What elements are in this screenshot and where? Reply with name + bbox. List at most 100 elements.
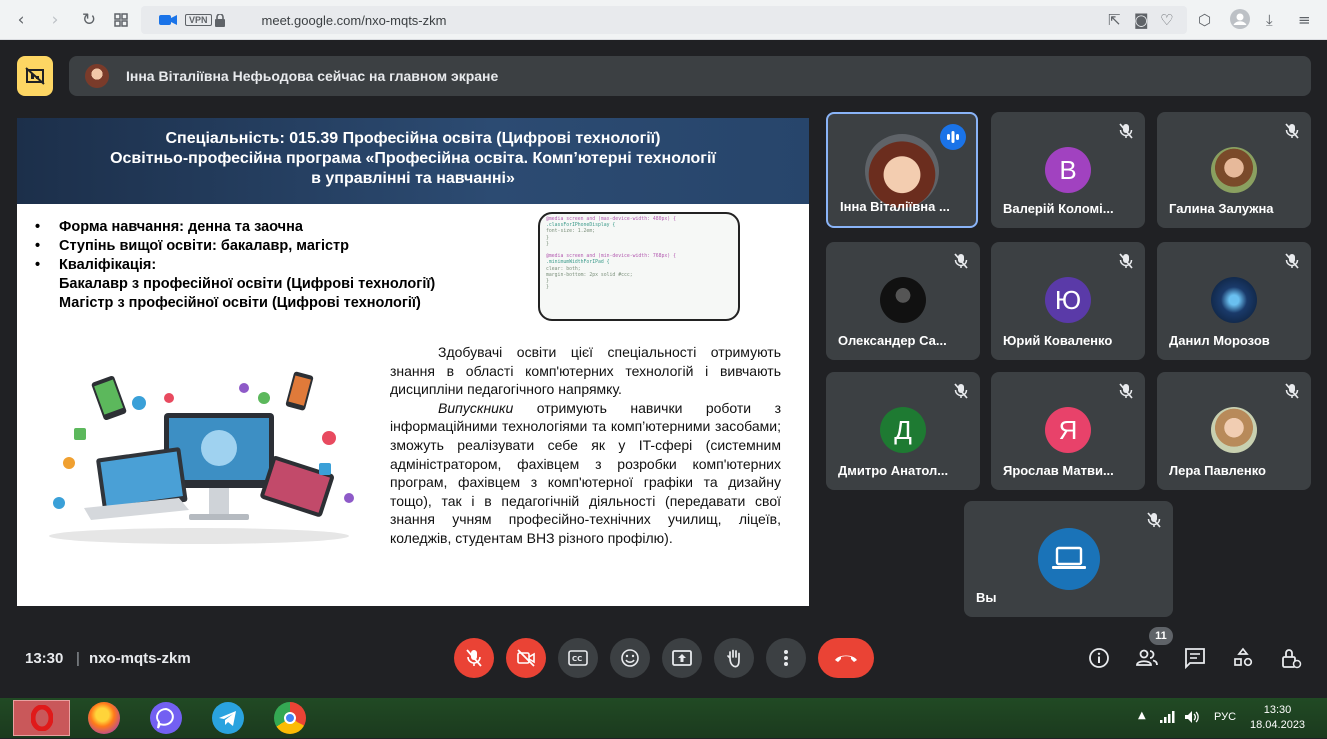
present-screen-icon xyxy=(672,650,692,666)
share-icon[interactable]: ⇱ xyxy=(1108,11,1121,29)
volume-icon[interactable] xyxy=(1184,710,1200,724)
participant-tile[interactable]: Олександер Са... xyxy=(826,242,980,360)
laptop-icon xyxy=(1051,546,1086,569)
firefox-icon[interactable] xyxy=(88,702,120,734)
vpn-badge[interactable]: VPN xyxy=(185,14,212,26)
chrome-icon[interactable] xyxy=(274,702,306,734)
presenter-banner: Інна Віталіївна Нефьодова сейчас на глав… xyxy=(69,56,1311,96)
clock-date: 18.04.2023 xyxy=(1250,719,1306,731)
back-icon[interactable]: ‹ xyxy=(6,5,36,35)
download-icon[interactable]: ⤓ xyxy=(1266,11,1273,29)
profile-icon[interactable] xyxy=(1230,9,1250,33)
mic-off-icon xyxy=(1284,122,1300,140)
participant-avatar: Д xyxy=(880,407,926,453)
tray-chevron-icon[interactable]: ▲ xyxy=(1138,710,1146,721)
present-button[interactable] xyxy=(662,638,702,678)
system-clock[interactable]: 13:30 18.04.2023 xyxy=(1250,703,1305,733)
slide-title-line: Освітньо-професійна програма «Професійна… xyxy=(110,150,716,167)
slide-title: Спеціальність: 015.39 Професійна освіта … xyxy=(17,118,809,204)
participant-tile[interactable]: Я Ярослав Матви... xyxy=(991,372,1145,490)
participant-count-badge: 11 xyxy=(1149,627,1173,645)
participant-name: Данил Морозов xyxy=(1169,333,1270,348)
participant-initial: В xyxy=(1059,154,1077,185)
devices-illustration xyxy=(49,371,354,544)
participant-name: Олександер Са... xyxy=(838,333,947,348)
slide-title-line: в управлінні та навчанні» xyxy=(311,170,515,187)
bookmark-heart-icon[interactable]: ♡ xyxy=(1160,11,1173,29)
keyboard-language[interactable]: РУС xyxy=(1214,711,1236,723)
more-vert-icon xyxy=(784,650,788,666)
opera-start-icon[interactable] xyxy=(13,700,70,736)
forward-icon[interactable]: › xyxy=(40,5,70,35)
mic-off-icon xyxy=(953,252,969,270)
camera-off-button[interactable] xyxy=(506,638,546,678)
meeting-code: nxo-mqts-zkm xyxy=(89,650,191,667)
participant-tile[interactable]: Лера Павленко xyxy=(1157,372,1311,490)
participant-tile[interactable]: Данил Морозов xyxy=(1157,242,1311,360)
participant-name: Лера Павленко xyxy=(1169,463,1266,478)
participant-tile[interactable]: Д Дмитро Анатол... xyxy=(826,372,980,490)
menu-icon[interactable]: ≡ xyxy=(1298,11,1311,29)
participant-name: Інна Віталіївна ... xyxy=(840,199,950,214)
code-line: } xyxy=(546,285,549,291)
people-icon[interactable] xyxy=(1134,645,1160,671)
reactions-button[interactable] xyxy=(610,638,650,678)
participant-tile[interactable]: Інна Віталіївна ... xyxy=(826,112,978,228)
slide-bullets: Форма навчання: денна та заочна Ступінь … xyxy=(33,218,435,313)
participant-avatar xyxy=(1211,147,1257,193)
presenter-avatar xyxy=(85,64,109,88)
extensions-cube-icon[interactable]: ⬡ xyxy=(1198,11,1211,29)
captions-icon: CC xyxy=(568,650,588,666)
telegram-icon[interactable] xyxy=(212,702,244,734)
tabs-grid-icon[interactable] xyxy=(106,5,136,35)
url-text[interactable]: meet.google.com/nxo-mqts-zkm xyxy=(262,13,447,28)
participant-avatar xyxy=(880,277,926,323)
participant-avatar: Ю xyxy=(1045,277,1091,323)
participant-avatar xyxy=(865,134,939,208)
participant-avatar: В xyxy=(1045,147,1091,193)
participant-tile[interactable]: Ю Юрий Коваленко xyxy=(991,242,1145,360)
host-controls-icon[interactable] xyxy=(1278,645,1304,671)
captions-button[interactable]: CC xyxy=(558,638,598,678)
leave-call-button[interactable] xyxy=(818,638,874,678)
slide-emphasis: Випускники xyxy=(438,399,514,416)
participant-avatar xyxy=(1037,528,1100,590)
reload-icon[interactable]: ↻ xyxy=(74,5,104,35)
meeting-details-icon[interactable] xyxy=(1086,645,1112,671)
clock-time: 13:30 xyxy=(1263,704,1292,716)
participant-initial: Я xyxy=(1058,414,1078,445)
camera-icon xyxy=(159,15,177,25)
mic-off-button[interactable] xyxy=(454,638,494,678)
lock-icon xyxy=(215,13,225,27)
mic-off-icon xyxy=(1118,122,1134,140)
more-options-button[interactable] xyxy=(766,638,806,678)
network-icon[interactable] xyxy=(1160,711,1176,723)
separator: | xyxy=(76,650,80,667)
slide-paragraph: Здобувачі освіти цієї спеціальності отри… xyxy=(390,343,781,548)
meeting-time: 13:30 xyxy=(25,650,64,667)
participant-name: Дмитро Анатол... xyxy=(838,463,949,478)
screenshot-icon[interactable]: ◙ xyxy=(1134,11,1149,29)
mic-off-icon xyxy=(1284,382,1300,400)
viber-icon[interactable] xyxy=(150,702,182,734)
participant-initial: Д xyxy=(894,414,912,445)
mic-off-icon xyxy=(1118,382,1134,400)
bullet-item: Форма навчання: денна та заочна xyxy=(33,218,435,237)
emoji-icon xyxy=(621,649,639,667)
participant-name: Ярослав Матви... xyxy=(1003,463,1114,478)
raise-hand-button[interactable] xyxy=(714,638,754,678)
meet-window: Інна Віталіївна Нефьодова сейчас на глав… xyxy=(0,41,1327,698)
activities-icon[interactable] xyxy=(1230,645,1256,671)
presenter-text: Інна Віталіївна Нефьодова сейчас на глав… xyxy=(126,68,499,84)
participant-tile[interactable]: В Валерій Коломі... xyxy=(991,112,1145,228)
participant-tile[interactable]: Галина Залужна xyxy=(1157,112,1311,228)
address-bar[interactable]: VPN meet.google.com/nxo-mqts-zkm xyxy=(141,6,1187,34)
presentation-indicator-icon[interactable] xyxy=(17,56,53,96)
participant-name: Галина Залужна xyxy=(1169,201,1274,216)
chat-icon[interactable] xyxy=(1182,645,1208,671)
participant-name: Юрий Коваленко xyxy=(1003,333,1113,348)
mic-off-icon xyxy=(1118,252,1134,270)
participant-tile[interactable]: Вы xyxy=(964,501,1173,617)
participant-avatar xyxy=(1211,277,1257,323)
participant-name: Вы xyxy=(976,590,997,605)
